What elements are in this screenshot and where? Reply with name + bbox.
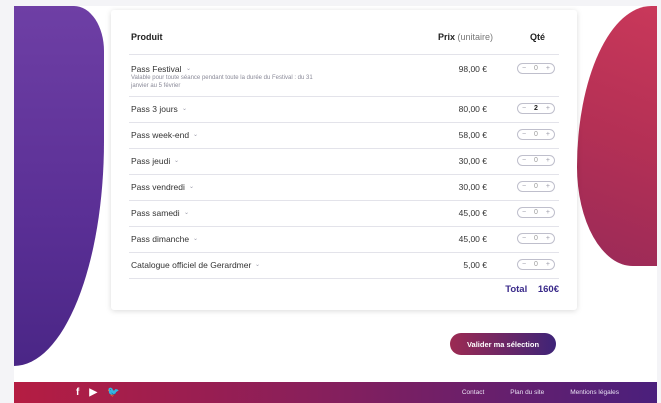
twitter-icon[interactable]: 🐦 — [107, 387, 119, 398]
chevron-down-icon[interactable]: ⌄ — [193, 131, 198, 138]
table-header: Produit Prix (unitaire) Qté — [129, 28, 559, 55]
minus-icon[interactable]: − — [522, 235, 526, 242]
chevron-down-icon[interactable]: ⌄ — [255, 261, 260, 268]
minus-icon[interactable]: − — [522, 65, 526, 72]
plus-icon[interactable]: + — [546, 261, 550, 268]
chevron-down-icon[interactable]: ⌄ — [193, 235, 198, 242]
minus-icon[interactable]: − — [522, 131, 526, 138]
plus-icon[interactable]: + — [546, 209, 550, 216]
product-name[interactable]: Pass 3 jours — [131, 104, 178, 114]
product-price: 5,00 € — [463, 260, 487, 270]
quantity-value: 0 — [534, 235, 538, 242]
table-row: Pass Festival ⌄ Valable pour toute séance … — [129, 54, 559, 97]
cart-total: Total 160€ — [505, 284, 559, 295]
product-description: Valable pour toute séance pendant toute … — [131, 75, 313, 89]
table-row: Pass vendredi ⌄ 30,00 € − 0 + — [129, 174, 559, 201]
product-price: 80,00 € — [458, 104, 487, 114]
quantity-value: 2 — [534, 105, 538, 112]
table-row: Pass 3 jours ⌄ 80,00 € − 2 + — [129, 96, 559, 123]
minus-icon[interactable]: − — [522, 209, 526, 216]
facebook-icon[interactable]: f — [76, 387, 79, 398]
plus-icon[interactable]: + — [546, 105, 550, 112]
chevron-down-icon[interactable]: ⌄ — [182, 105, 187, 112]
quantity-stepper[interactable]: − 0 + — [517, 259, 555, 270]
footer-link[interactable]: Contact — [462, 389, 484, 396]
header-product: Produit — [131, 32, 163, 42]
product-price: 58,00 € — [458, 130, 487, 140]
footer-link[interactable]: Plan du site — [510, 389, 544, 396]
quantity-stepper[interactable]: − 0 + — [517, 233, 555, 244]
product-name[interactable]: Pass samedi — [131, 208, 180, 218]
quantity-value: 0 — [534, 209, 538, 216]
total-label: Total — [505, 284, 528, 295]
product-price: 30,00 € — [458, 182, 487, 192]
quantity-stepper[interactable]: − 0 + — [517, 155, 555, 166]
plus-icon[interactable]: + — [546, 157, 550, 164]
product-price: 45,00 € — [458, 208, 487, 218]
header-qty: Qté — [530, 32, 546, 42]
footer-links: Contact Plan du site Mentions légales — [462, 389, 619, 396]
product-name[interactable]: Pass jeudi — [131, 156, 170, 166]
plus-icon[interactable]: + — [546, 65, 550, 72]
product-name[interactable]: Pass dimanche — [131, 234, 189, 244]
plus-icon[interactable]: + — [546, 235, 550, 242]
quantity-stepper[interactable]: − 0 + — [517, 207, 555, 218]
total-value: 160€ — [537, 284, 559, 295]
plus-icon[interactable]: + — [546, 183, 550, 190]
minus-icon[interactable]: − — [522, 183, 526, 190]
product-price: 45,00 € — [458, 234, 487, 244]
product-name[interactable]: Pass vendredi — [131, 182, 185, 192]
product-price: 30,00 € — [458, 156, 487, 166]
minus-icon[interactable]: − — [522, 157, 526, 164]
validate-selection-button[interactable]: Valider ma sélection — [450, 333, 556, 355]
header-price-unit: (unitaire) — [457, 32, 494, 42]
product-price: 98,00 € — [458, 64, 487, 74]
quantity-value: 0 — [534, 131, 538, 138]
footer: f ▶ 🐦 Contact Plan du site Mentions légales — [14, 382, 657, 403]
product-name[interactable]: Pass week-end — [131, 130, 189, 140]
plus-icon[interactable]: + — [546, 131, 550, 138]
product-name[interactable]: Catalogue officiel de Gerardmer — [131, 260, 251, 270]
table-row: Pass samedi ⌄ 45,00 € − 0 + — [129, 200, 559, 227]
chevron-down-icon[interactable]: ⌄ — [189, 183, 194, 190]
quantity-stepper[interactable]: − 2 + — [517, 103, 555, 114]
social-links: f ▶ 🐦 — [76, 387, 120, 398]
quantity-stepper[interactable]: − 0 + — [517, 63, 555, 74]
minus-icon[interactable]: − — [522, 261, 526, 268]
quantity-stepper[interactable]: − 0 + — [517, 181, 555, 192]
product-name[interactable]: Pass Festival — [131, 64, 182, 74]
minus-icon[interactable]: − — [522, 105, 526, 112]
footer-link[interactable]: Mentions légales — [570, 389, 619, 396]
table-row: Pass dimanche ⌄ 45,00 € − 0 + — [129, 226, 559, 253]
quantity-value: 0 — [534, 65, 538, 72]
cart-card: Produit Prix (unitaire) Qté Pass Festiva… — [111, 10, 577, 310]
header-price: Prix (unitaire) — [438, 32, 494, 42]
youtube-icon[interactable]: ▶ — [89, 387, 97, 398]
quantity-stepper[interactable]: − 0 + — [517, 129, 555, 140]
quantity-value: 0 — [534, 183, 538, 190]
quantity-value: 0 — [534, 261, 538, 268]
chevron-down-icon[interactable]: ⌄ — [186, 65, 191, 72]
table-row: Pass jeudi ⌄ 30,00 € − 0 + — [129, 148, 559, 175]
quantity-value: 0 — [534, 157, 538, 164]
table-row: Catalogue officiel de Gerardmer ⌄ 5,00 € − 0… — [129, 252, 559, 279]
chevron-down-icon[interactable]: ⌄ — [184, 209, 189, 216]
chevron-down-icon[interactable]: ⌄ — [174, 157, 179, 164]
table-row: Pass week-end ⌄ 58,00 € − 0 + — [129, 122, 559, 149]
